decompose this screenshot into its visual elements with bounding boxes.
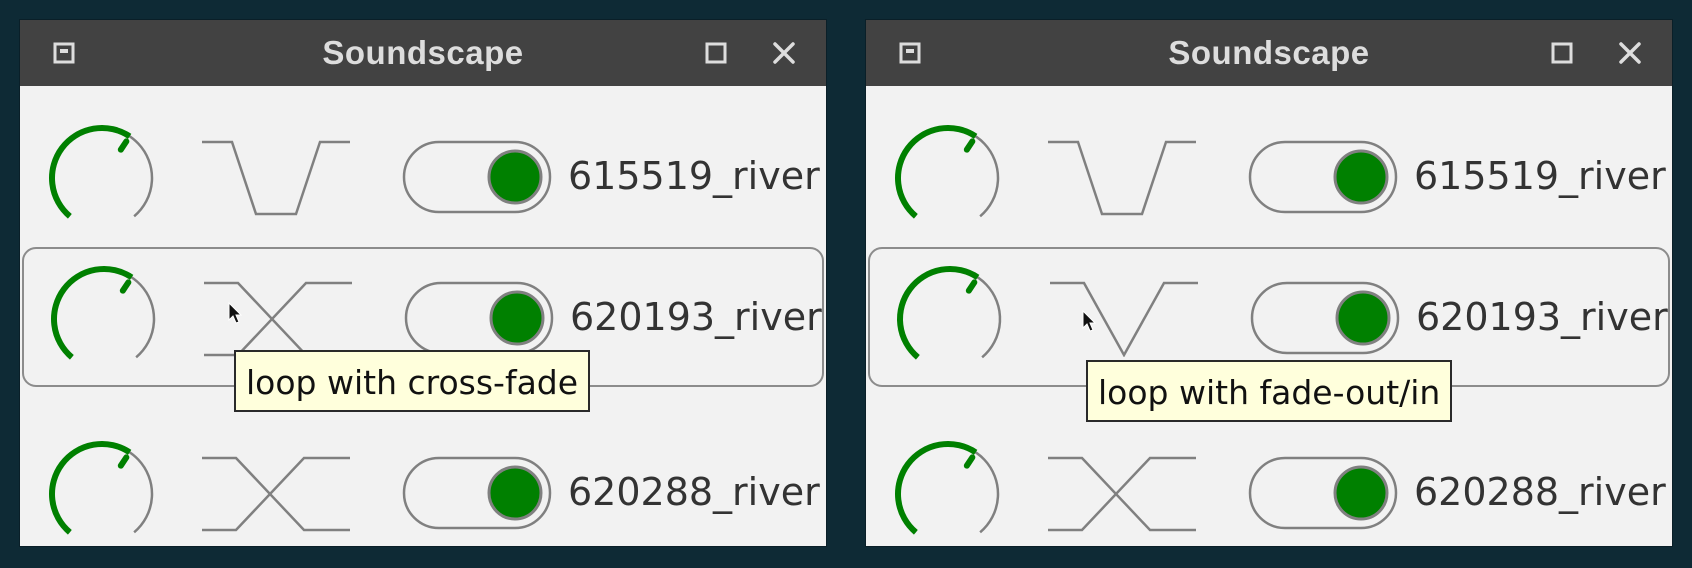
track-row[interactable]: 615519_river [866,106,1672,246]
window-menu-icon[interactable] [894,37,926,69]
crossfade-line-b [204,281,352,357]
knob-indicator [117,138,130,153]
crossfade-line-b [202,456,350,532]
loop-mode-icon[interactable] [1046,456,1198,532]
window-menu-icon[interactable] [48,37,80,69]
loop-mode-icon[interactable] [202,281,354,357]
knob-indicator [119,279,132,294]
crossfade-line-a [202,456,350,532]
knob-indicator [963,138,976,153]
crossfade-line-b [1048,456,1196,532]
enable-toggle[interactable] [402,140,552,214]
knob-level [895,441,978,535]
toggle-thumb [1333,465,1389,521]
track-name: 620288_river [568,470,820,514]
toggle-thumb [489,290,545,346]
toggle-thumb [487,149,543,205]
loop-mode-icon[interactable] [1046,140,1198,216]
loop-mode-icon[interactable] [200,456,352,532]
maximize-icon[interactable] [1546,37,1578,69]
track-name: 615519_river [1414,154,1666,198]
track-name: 620193_river [1416,295,1668,339]
knob-indicator [963,454,976,469]
track-name: 620288_river [1414,470,1666,514]
enable-toggle[interactable] [1248,140,1398,214]
knob-indicator [965,279,978,294]
crossfade-line-a [1048,456,1196,532]
volume-knob[interactable] [892,261,1008,377]
knob-level [895,125,978,219]
volume-knob[interactable] [890,120,1006,236]
mouse-pointer-icon [228,302,243,324]
titlebar[interactable]: Soundscape [20,20,826,86]
mouse-pointer-icon [1082,310,1097,332]
crossfade-line-a [204,281,352,357]
maximize-icon[interactable] [700,37,732,69]
track-row[interactable]: 620288_river [20,422,826,562]
enable-toggle[interactable] [1248,456,1398,530]
track-row[interactable]: 615519_river [20,106,826,246]
loop-mode-icon[interactable] [1048,281,1200,357]
tooltip: loop with fade-out/in [1086,360,1453,422]
fade-outin-line [1048,140,1196,216]
volume-knob[interactable] [890,436,1006,552]
knob-level [897,266,980,360]
track-row[interactable]: 620288_river [866,422,1672,562]
knob-level [49,125,132,219]
close-icon[interactable] [768,37,800,69]
track-name: 615519_river [568,154,820,198]
titlebar[interactable]: Soundscape [866,20,1672,86]
loop-mode-icon[interactable] [200,140,352,216]
track-name: 620193_river [570,295,822,339]
knob-indicator [117,454,130,469]
soundscape-window-left: Soundscape 615519_river 620193_river 620… [20,20,826,546]
toggle-thumb [487,465,543,521]
toggle-thumb [1335,290,1391,346]
tooltip: loop with cross-fade [234,350,591,412]
fade-outin-line [202,140,350,216]
knob-level [51,266,134,360]
enable-toggle[interactable] [1250,281,1400,355]
knob-level [49,441,132,535]
volume-knob[interactable] [44,436,160,552]
enable-toggle[interactable] [402,456,552,530]
volume-knob[interactable] [46,261,162,377]
close-icon[interactable] [1614,37,1646,69]
fade-outin-line [1050,281,1198,357]
volume-knob[interactable] [44,120,160,236]
enable-toggle[interactable] [404,281,554,355]
toggle-thumb [1333,149,1389,205]
soundscape-window-right: Soundscape 615519_river 620193_river 620… [866,20,1672,546]
